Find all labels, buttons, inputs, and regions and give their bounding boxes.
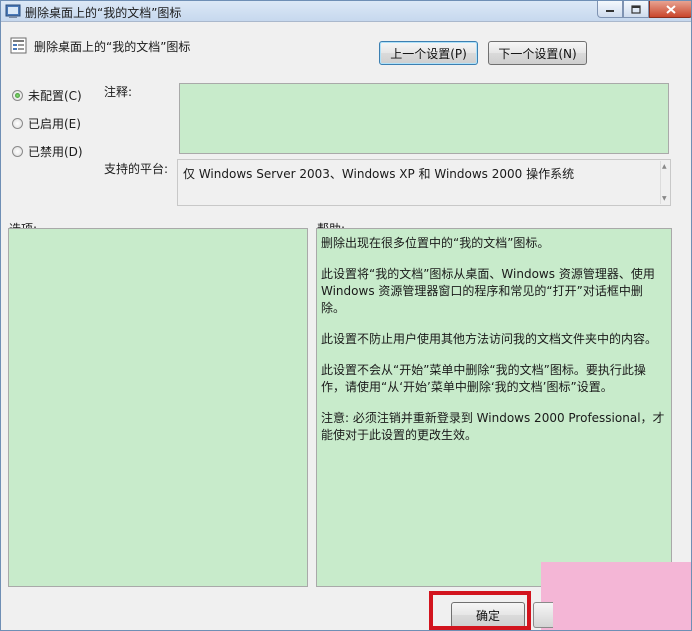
policy-setting-window: 删除桌面上的“我的文档”图标 删除桌面上的“我的文档”图标 上一个设置(P) 下… (0, 0, 692, 631)
help-paragraph: 删除出现在很多位置中的“我的文档”图标。 (321, 236, 550, 250)
ok-button[interactable]: 确定 (451, 602, 525, 628)
platform-label: 支持的平台: (104, 162, 169, 176)
setting-title: 删除桌面上的“我的文档”图标 (34, 40, 191, 54)
previous-setting-button[interactable]: 上一个设置(P) (379, 41, 478, 65)
maximize-button[interactable] (623, 1, 649, 18)
options-panel (8, 228, 308, 587)
next-setting-button[interactable]: 下一个设置(N) (488, 41, 587, 65)
radio-button[interactable] (12, 118, 23, 129)
radio-button-checked[interactable] (12, 90, 23, 101)
radio-button[interactable] (12, 146, 23, 157)
maximize-icon (631, 4, 641, 14)
pink-overlay (541, 562, 691, 630)
scroll-up-icon[interactable]: ▲ (662, 163, 667, 170)
help-paragraph: 此设置将“我的文档”图标从桌面、Windows 资源管理器、使用 Windows… (321, 267, 655, 315)
caption-buttons (597, 1, 691, 19)
radio-enabled[interactable]: 已启用(E) (12, 115, 81, 132)
cancel-button-partial[interactable] (533, 602, 553, 628)
radio-label: 已启用(E) (28, 117, 81, 131)
help-panel: 删除出现在很多位置中的“我的文档”图标。 此设置将“我的文档”图标从桌面、Win… (316, 228, 672, 587)
help-paragraph: 此设置不会从“开始”菜单中删除“我的文档”图标。要执行此操作，请使用“从‘开始’… (321, 363, 646, 394)
scroll-down-icon[interactable]: ▼ (662, 195, 667, 202)
close-button[interactable] (649, 1, 691, 18)
help-paragraph: 此设置不防止用户使用其他方法访问我的文档文件夹中的内容。 (321, 332, 658, 346)
title-bar[interactable]: 删除桌面上的“我的文档”图标 (1, 1, 691, 22)
radio-disabled[interactable]: 已禁用(D) (12, 143, 83, 160)
minimize-icon (606, 10, 614, 12)
minimize-button[interactable] (597, 1, 623, 18)
radio-not-configured[interactable]: 未配置(C) (12, 87, 82, 104)
help-paragraph: 注意: 必须注销并重新登录到 Windows 2000 Professional… (321, 411, 665, 442)
platform-field: 仅 Windows Server 2003、Windows XP 和 Windo… (177, 159, 671, 206)
policy-icon (5, 4, 21, 18)
platform-value: 仅 Windows Server 2003、Windows XP 和 Windo… (183, 167, 575, 181)
close-icon (666, 4, 676, 14)
radio-label: 未配置(C) (28, 89, 82, 103)
window-title: 删除桌面上的“我的文档”图标 (25, 6, 182, 20)
comment-label: 注释: (104, 85, 133, 99)
radio-label: 已禁用(D) (28, 145, 83, 159)
platform-scrollbar[interactable]: ▲ ▼ (660, 161, 669, 204)
setting-icon (10, 37, 27, 54)
comment-textarea[interactable] (179, 83, 669, 154)
